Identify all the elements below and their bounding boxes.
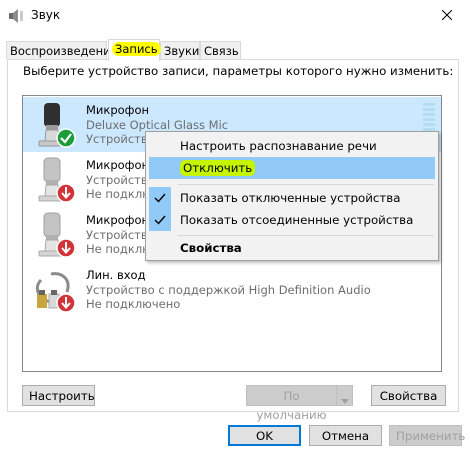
- menu-item-show-disconnected[interactable]: Показать отсоединенные устройства: [149, 209, 435, 231]
- speaker-icon: [8, 9, 24, 23]
- device-status: Не подключено: [86, 297, 181, 311]
- device-status: Устройств: [86, 132, 148, 146]
- tab-label: Связь: [204, 44, 239, 58]
- title-bar[interactable]: Звук: [0, 0, 470, 32]
- check-icon: [56, 128, 76, 151]
- cancel-button[interactable]: Отмена: [309, 425, 382, 446]
- tab-label: Запись: [112, 42, 161, 56]
- tab-sounds[interactable]: Звуки: [160, 41, 200, 59]
- down-arrow-icon: [56, 293, 76, 316]
- menu-item-disable[interactable]: Отключить: [149, 157, 435, 179]
- set-default-button[interactable]: По умолчанию: [246, 385, 337, 422]
- menu-item-label: Отключить: [180, 160, 256, 176]
- tab-label: Воспроизведение: [10, 44, 118, 58]
- menu-separator: [178, 184, 434, 185]
- window-title: Звук: [31, 8, 61, 22]
- instruction-text: Выберите устройство записи, параметры ко…: [23, 64, 454, 78]
- device-name: Микрофон: [86, 158, 150, 172]
- menu-item-configure-speech[interactable]: Настроить распознавание речи: [149, 135, 435, 157]
- menu-item-properties[interactable]: Свойства: [149, 237, 435, 259]
- ok-button[interactable]: OK: [228, 425, 301, 446]
- device-status: Не подклю: [86, 187, 152, 201]
- down-arrow-icon: [56, 183, 76, 206]
- device-description: Deluxe Optical Glass Mic: [86, 118, 229, 132]
- device-name: Микрофон: [86, 213, 150, 227]
- device-description: Устройство с поддержкой High Definition …: [86, 283, 371, 297]
- set-default-dropdown[interactable]: [336, 385, 353, 406]
- down-arrow-icon: [56, 238, 76, 261]
- device-name: Лин. вход: [86, 268, 146, 282]
- device-name: Микрофон: [86, 103, 150, 117]
- tab-label: Звуки: [164, 44, 200, 58]
- chevron-down-icon: [341, 393, 349, 407]
- properties-button[interactable]: Свойства: [371, 385, 446, 406]
- close-icon: [441, 9, 453, 23]
- sound-dialog: Звук Воспроизведение Запись Звуки Связь …: [0, 0, 470, 452]
- close-button[interactable]: [424, 0, 470, 31]
- apply-button[interactable]: Применить: [389, 425, 465, 446]
- configure-button[interactable]: Настроить: [22, 385, 95, 406]
- tab-recording[interactable]: Запись: [108, 39, 161, 61]
- tab-playback[interactable]: Воспроизведение: [6, 41, 118, 59]
- menu-separator: [178, 235, 434, 236]
- device-status: Не подклю: [86, 242, 152, 256]
- tab-communications[interactable]: Связь: [200, 41, 241, 59]
- device-item-line-in[interactable]: Лин. вход Устройство с поддержкой High D…: [23, 262, 441, 317]
- menu-item-show-disabled[interactable]: Показать отключенные устройства: [149, 187, 435, 209]
- context-menu: Настроить распознавание речи Отключить П…: [145, 131, 439, 261]
